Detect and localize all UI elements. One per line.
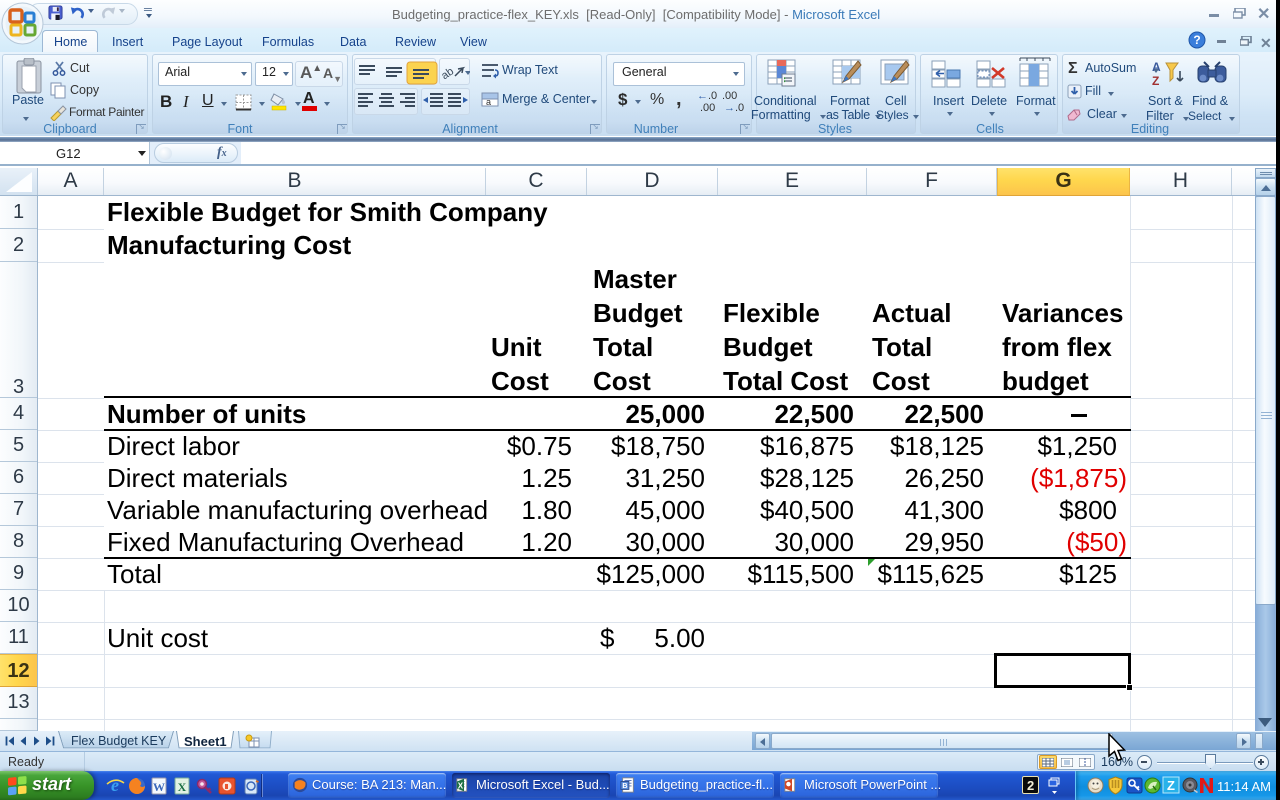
svg-text:X: X — [178, 780, 187, 794]
svg-text:ab: ab — [439, 65, 456, 82]
svg-text:?: ? — [1193, 33, 1200, 47]
svg-text:e: e — [111, 776, 119, 795]
svg-text:A: A — [1152, 60, 1161, 74]
svg-text:Z: Z — [1152, 74, 1159, 88]
svg-text:a: a — [486, 97, 491, 107]
svg-text:B: B — [622, 782, 627, 790]
svg-text:X: X — [458, 782, 464, 791]
svg-text:Z: Z — [1167, 778, 1175, 793]
svg-text:W: W — [153, 780, 165, 794]
